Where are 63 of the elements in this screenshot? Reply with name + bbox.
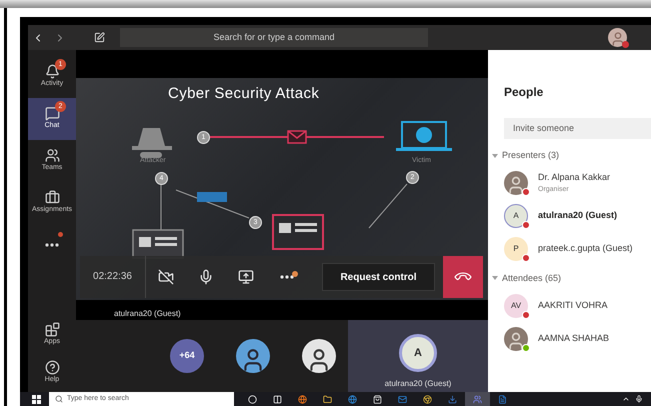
caret-icon (492, 154, 498, 158)
mail-icon (398, 394, 407, 404)
mic-icon[interactable] (635, 395, 643, 403)
avatar-photo (504, 326, 528, 350)
avatar-photo (236, 339, 270, 373)
avatar-photo (302, 339, 336, 373)
windows-logo-icon[interactable] (32, 394, 41, 404)
caret-icon (492, 276, 498, 280)
download-icon (448, 394, 457, 404)
compose-icon[interactable] (94, 32, 105, 43)
store-icon (373, 394, 382, 404)
briefcase-icon (44, 190, 60, 206)
camera-off-icon (158, 269, 174, 285)
avatar-photo (504, 171, 528, 195)
command-search-field[interactable]: Search for or type a command (120, 28, 428, 47)
apps-icon (44, 322, 60, 338)
browser-icon (298, 394, 307, 404)
panel-title: People (504, 85, 544, 99)
member-name: prateek.c.gupta (Guest) (538, 242, 633, 256)
call-timer: 02:22:36 (80, 256, 146, 298)
people-icon (473, 394, 482, 404)
document-icon (498, 394, 507, 404)
hang-up-button[interactable] (443, 256, 483, 298)
browser-icon (423, 394, 432, 404)
slide-title: Cyber Security Attack (168, 84, 320, 104)
avatar-initials: AV (504, 294, 528, 318)
envelope-icon (287, 130, 307, 144)
chat-icon (44, 106, 60, 122)
circle-icon (248, 394, 257, 404)
avatar-initial: A (399, 334, 437, 372)
avatar-initials: P (504, 237, 528, 261)
hat-icon (132, 128, 172, 158)
more-icon (280, 275, 294, 279)
document-icon (272, 214, 324, 250)
overflow-count: +64 (170, 339, 204, 373)
chevron-up-icon[interactable] (622, 395, 630, 403)
member-name: atulrana20 (Guest) (538, 209, 618, 222)
folder-icon (323, 394, 332, 404)
share-screen-icon (238, 269, 254, 285)
document-icon (132, 229, 184, 259)
member-name: AAKRITI VOHRA (538, 298, 608, 312)
bell-icon (44, 64, 60, 80)
participant-name: atulrana20 (Guest) (384, 378, 452, 390)
help-icon (44, 360, 60, 376)
group-header[interactable]: Attendees (65) (492, 272, 562, 285)
people-icon (44, 148, 60, 164)
participant-name: atulrana20 (Guest) (114, 309, 181, 318)
connector-line (160, 184, 162, 230)
laptop-icon (396, 121, 452, 151)
task-view-icon (273, 394, 282, 404)
browser-icon (348, 394, 357, 404)
user-avatar[interactable] (608, 28, 627, 47)
member-name: Dr. Alpana Kakkar (538, 171, 610, 184)
search-icon (55, 395, 63, 403)
avatar-initials: A (504, 204, 528, 228)
invite-field[interactable]: Invite someone (504, 118, 651, 139)
more-icon (45, 243, 59, 247)
mic-icon (198, 269, 214, 285)
group-header[interactable]: Presenters (3) (492, 149, 560, 162)
request-control-button[interactable]: Request control (322, 263, 435, 291)
member-name: AAMNA SHAHAB (538, 332, 610, 345)
code-block (197, 192, 227, 202)
connector-line (368, 184, 408, 228)
